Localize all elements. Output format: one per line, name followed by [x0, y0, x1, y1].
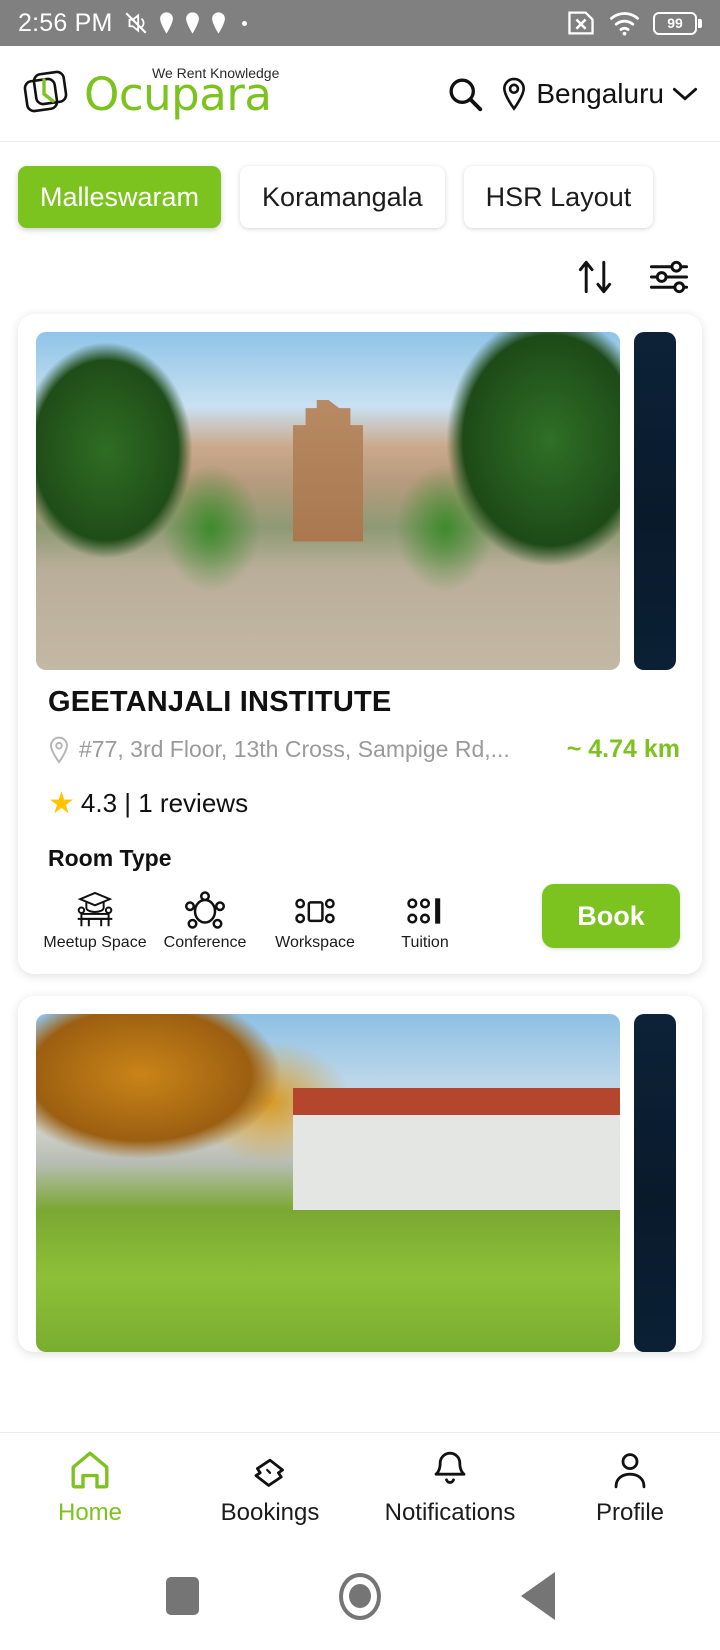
person-icon [614, 1452, 646, 1488]
listing-card[interactable] [18, 996, 702, 1352]
circle-home-icon[interactable] [338, 1572, 381, 1620]
room-type-workspace[interactable]: Workspace [268, 889, 362, 952]
graduation-meetup-icon [74, 889, 116, 929]
rating-text: 4.3 | 1 reviews [80, 788, 249, 818]
home-icon [71, 1451, 109, 1488]
nav-label-notifications: Notifications [384, 1498, 516, 1526]
chip-malleswaram[interactable]: Malleswaram [18, 166, 222, 228]
room-type-label: Meetup Space [43, 934, 147, 951]
room-type-list: Meetup Space Conference Workspace Tuitio… [43, 889, 472, 952]
selected-city: Bengaluru [536, 77, 664, 109]
room-type-tuition[interactable]: Tuition [378, 889, 472, 952]
nav-item-notifications[interactable]: Notifications [360, 1449, 540, 1527]
star-icon: ★ [48, 786, 75, 820]
system-navigation-bar [0, 1542, 720, 1650]
room-type-meetup-space[interactable]: Meetup Space [43, 889, 147, 952]
status-bar-left-icons [123, 10, 247, 36]
location-pin-icon [50, 736, 68, 764]
location-pin-icon [211, 12, 225, 34]
app-logo[interactable]: We Rent Knowledge Ocupara [22, 65, 279, 122]
battery-icon: 99 [653, 11, 702, 35]
location-filter-chips[interactable]: Malleswaram Koramangala HSR Layout [0, 142, 720, 248]
listing-distance: ~ 4.74 km [566, 735, 680, 763]
chevron-down-icon [672, 87, 698, 101]
square-recents-icon[interactable] [165, 1577, 199, 1615]
header-actions: Bengaluru [446, 75, 698, 113]
room-type-conference[interactable]: Conference [158, 889, 252, 952]
listing-title: GEETANJALI INSTITUTE [48, 686, 392, 718]
list-tools [0, 248, 720, 314]
image-carousel[interactable] [18, 314, 702, 670]
city-selector[interactable]: Bengaluru [500, 77, 698, 111]
mute-icon [124, 12, 147, 34]
tuition-classroom-icon [406, 889, 444, 929]
chip-hsr-layout[interactable]: HSR Layout [463, 166, 654, 228]
nav-label-profile: Profile [595, 1498, 665, 1526]
nav-label-bookings: Bookings [220, 1498, 320, 1526]
status-bar-right-icons: 99 [566, 10, 702, 36]
triangle-back-icon[interactable] [520, 1572, 555, 1620]
filter-sliders-icon [649, 260, 689, 294]
sim-card-error-icon [568, 11, 594, 35]
listing-address-row: #77, 3rd Floor, 13th Cross, Sampige Rd,.… [48, 735, 680, 764]
listing-rating: ★ 4.3 | 1 reviews [48, 788, 680, 819]
workspace-desk-icon [294, 889, 336, 929]
status-bar: 2:56 PM 99 [0, 0, 720, 46]
bottom-navigation: Home Bookings Notifications Profile [0, 1432, 720, 1542]
location-pin-icon [185, 12, 199, 34]
bell-icon [434, 1451, 466, 1484]
location-pin-icon [503, 77, 526, 111]
chip-koramangala[interactable]: Koramangala [240, 166, 445, 228]
conference-table-icon [185, 889, 225, 929]
listing-photo[interactable] [36, 1014, 620, 1352]
listing-details: GEETANJALI INSTITUTE #77, 3rd Floor, 13t… [18, 670, 702, 974]
filter-button[interactable] [646, 254, 692, 300]
room-type-label: Tuition [401, 934, 449, 951]
room-type-heading: Room Type [48, 845, 172, 871]
battery-level: 99 [667, 15, 683, 31]
sort-button[interactable] [572, 254, 618, 300]
location-pin-icon [159, 12, 173, 34]
search-icon [449, 77, 483, 111]
sort-arrows-icon [578, 260, 612, 294]
status-bar-clock: 2:56 PM [18, 8, 113, 37]
listing-address: #77, 3rd Floor, 13th Cross, Sampige Rd,.… [79, 736, 510, 762]
ocupara-logo-icon [23, 70, 68, 112]
dot-icon [241, 20, 247, 26]
app-header: We Rent Knowledge Ocupara Bengaluru [0, 46, 720, 142]
wifi-icon [610, 12, 639, 36]
listing-photo-next[interactable] [634, 1014, 676, 1352]
room-type-label: Conference [163, 934, 247, 951]
room-type-row: Meetup Space Conference Workspace Tuitio… [43, 884, 680, 952]
room-type-label: Workspace [275, 934, 355, 951]
nav-item-bookings[interactable]: Bookings [180, 1449, 360, 1527]
listing-card[interactable]: GEETANJALI INSTITUTE #77, 3rd Floor, 13t… [18, 314, 702, 974]
listing-photo-next[interactable] [634, 332, 676, 670]
book-button[interactable]: Book [542, 884, 680, 948]
ticket-icon [254, 1458, 284, 1487]
logo-tagline: We Rent Knowledge [152, 65, 280, 82]
search-button[interactable] [446, 75, 484, 113]
image-carousel[interactable] [18, 996, 702, 1352]
nav-label-home: Home [57, 1498, 123, 1526]
nav-item-home[interactable]: Home [0, 1449, 180, 1527]
nav-item-profile[interactable]: Profile [540, 1449, 720, 1527]
listing-list: GEETANJALI INSTITUTE #77, 3rd Floor, 13t… [0, 314, 720, 1352]
listing-photo[interactable] [36, 332, 620, 670]
